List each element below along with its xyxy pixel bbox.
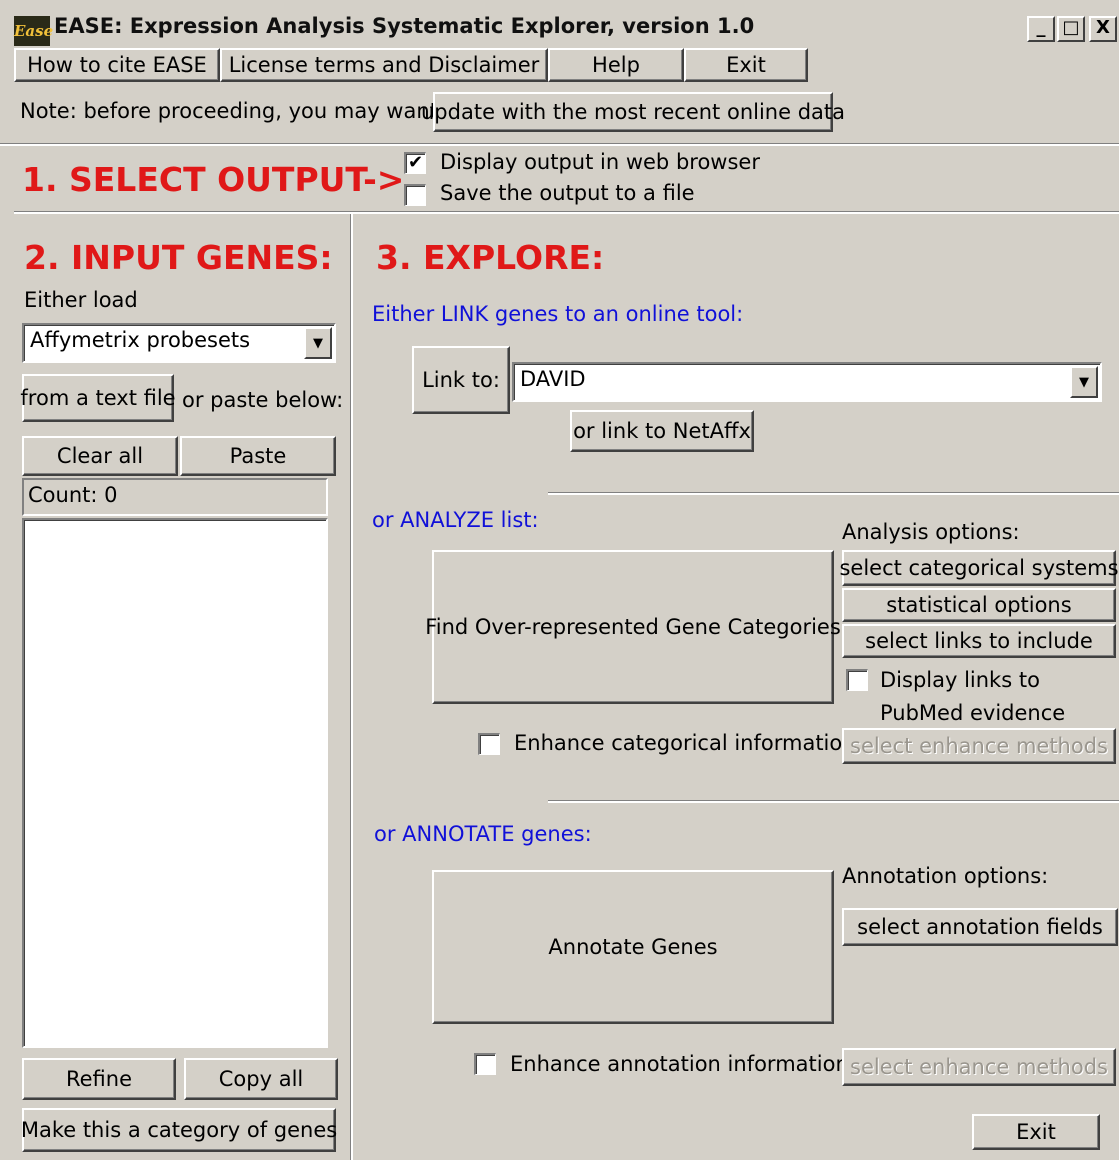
- gene-id-type-value: Affymetrix probesets: [30, 328, 251, 352]
- online-tool-value: DAVID: [520, 367, 586, 391]
- enhance-annotation-label: Enhance annotation information:: [510, 1052, 856, 1076]
- save-file-label: Save the output to a file: [440, 181, 695, 205]
- divider: [548, 492, 1119, 495]
- annotate-genes-label: or ANNOTATE genes:: [374, 822, 592, 846]
- online-tool-select[interactable]: DAVID ▼: [512, 362, 1102, 402]
- refine-button[interactable]: Refine: [22, 1058, 176, 1100]
- cite-button[interactable]: How to cite EASE: [14, 48, 220, 82]
- enhance-categorical-checkbox[interactable]: [478, 733, 500, 755]
- input-genes-heading: 2. INPUT GENES:: [24, 238, 333, 277]
- enhance-categorical-label: Enhance categorical information:: [514, 731, 863, 755]
- exit-menu-button[interactable]: Exit: [684, 48, 808, 82]
- link-genes-label: Either LINK genes to an online tool:: [372, 302, 744, 326]
- find-over-represented-button[interactable]: Find Over-represented Gene Categories: [425, 550, 841, 704]
- select-links-button[interactable]: select links to include: [842, 624, 1116, 658]
- analyze-list-label: or ANALYZE list:: [372, 508, 539, 532]
- close-button[interactable]: X: [1089, 16, 1117, 42]
- explore-heading: 3. EXPLORE:: [376, 238, 605, 277]
- select-output-heading: 1. SELECT OUTPUT->: [22, 160, 405, 199]
- minimize-button[interactable]: _: [1027, 16, 1055, 42]
- gene-count: Count: 0: [22, 478, 328, 516]
- exit-button[interactable]: Exit: [972, 1114, 1100, 1150]
- note-text: Note: before proceeding, you may want to: [20, 99, 466, 123]
- update-online-data-button[interactable]: update with the most recent online data: [421, 92, 845, 132]
- pubmed-evidence-label: PubMed evidence: [880, 701, 1066, 725]
- either-load-label: Either load: [24, 288, 138, 312]
- select-annotation-fields-button[interactable]: select annotation fields: [842, 908, 1118, 946]
- display-browser-label: Display output in web browser: [440, 150, 760, 174]
- copy-all-button[interactable]: Copy all: [184, 1058, 338, 1100]
- window-title: EASE: Expression Analysis Systematic Exp…: [54, 14, 755, 38]
- select-enhance-methods-2-button[interactable]: select enhance methods: [842, 1048, 1116, 1086]
- save-file-checkbox[interactable]: [404, 184, 426, 206]
- divider: [548, 800, 1119, 803]
- display-links-checkbox[interactable]: [846, 669, 868, 691]
- display-links-label: Display links to: [880, 668, 1040, 692]
- gene-list-textarea[interactable]: [22, 518, 328, 1048]
- annotation-options-label: Annotation options:: [842, 864, 1049, 888]
- gene-id-type-select[interactable]: Affymetrix probesets ▼: [22, 323, 336, 363]
- select-categorical-systems-button[interactable]: select categorical systems: [839, 550, 1119, 586]
- statistical-options-button[interactable]: statistical options: [842, 588, 1116, 622]
- divider: [0, 143, 1119, 146]
- annotate-genes-button[interactable]: Annotate Genes: [432, 870, 834, 1024]
- analysis-options-label: Analysis options:: [842, 520, 1020, 544]
- select-enhance-methods-button[interactable]: select enhance methods: [842, 728, 1116, 764]
- or-paste-label: or paste below:: [182, 388, 344, 412]
- clear-all-button[interactable]: Clear all: [22, 436, 178, 476]
- help-button[interactable]: Help: [548, 48, 684, 82]
- link-netaffx-button[interactable]: or link to NetAffx: [570, 410, 754, 452]
- chevron-down-icon[interactable]: ▼: [304, 327, 332, 359]
- maximize-button[interactable]: □: [1057, 16, 1085, 42]
- display-browser-checkbox[interactable]: ✔: [404, 152, 426, 174]
- divider: [14, 211, 1119, 214]
- paste-button[interactable]: Paste: [180, 436, 336, 476]
- load-text-file-button[interactable]: from a text file: [20, 374, 176, 422]
- make-category-button[interactable]: Make this a category of genes: [21, 1108, 337, 1152]
- app-icon: Ease: [14, 16, 53, 46]
- license-button[interactable]: License terms and Disclaimer: [220, 48, 548, 82]
- enhance-annotation-checkbox[interactable]: [474, 1053, 496, 1075]
- link-to-button[interactable]: Link to:: [412, 346, 510, 414]
- vertical-divider: [350, 214, 353, 1160]
- chevron-down-icon[interactable]: ▼: [1070, 366, 1098, 398]
